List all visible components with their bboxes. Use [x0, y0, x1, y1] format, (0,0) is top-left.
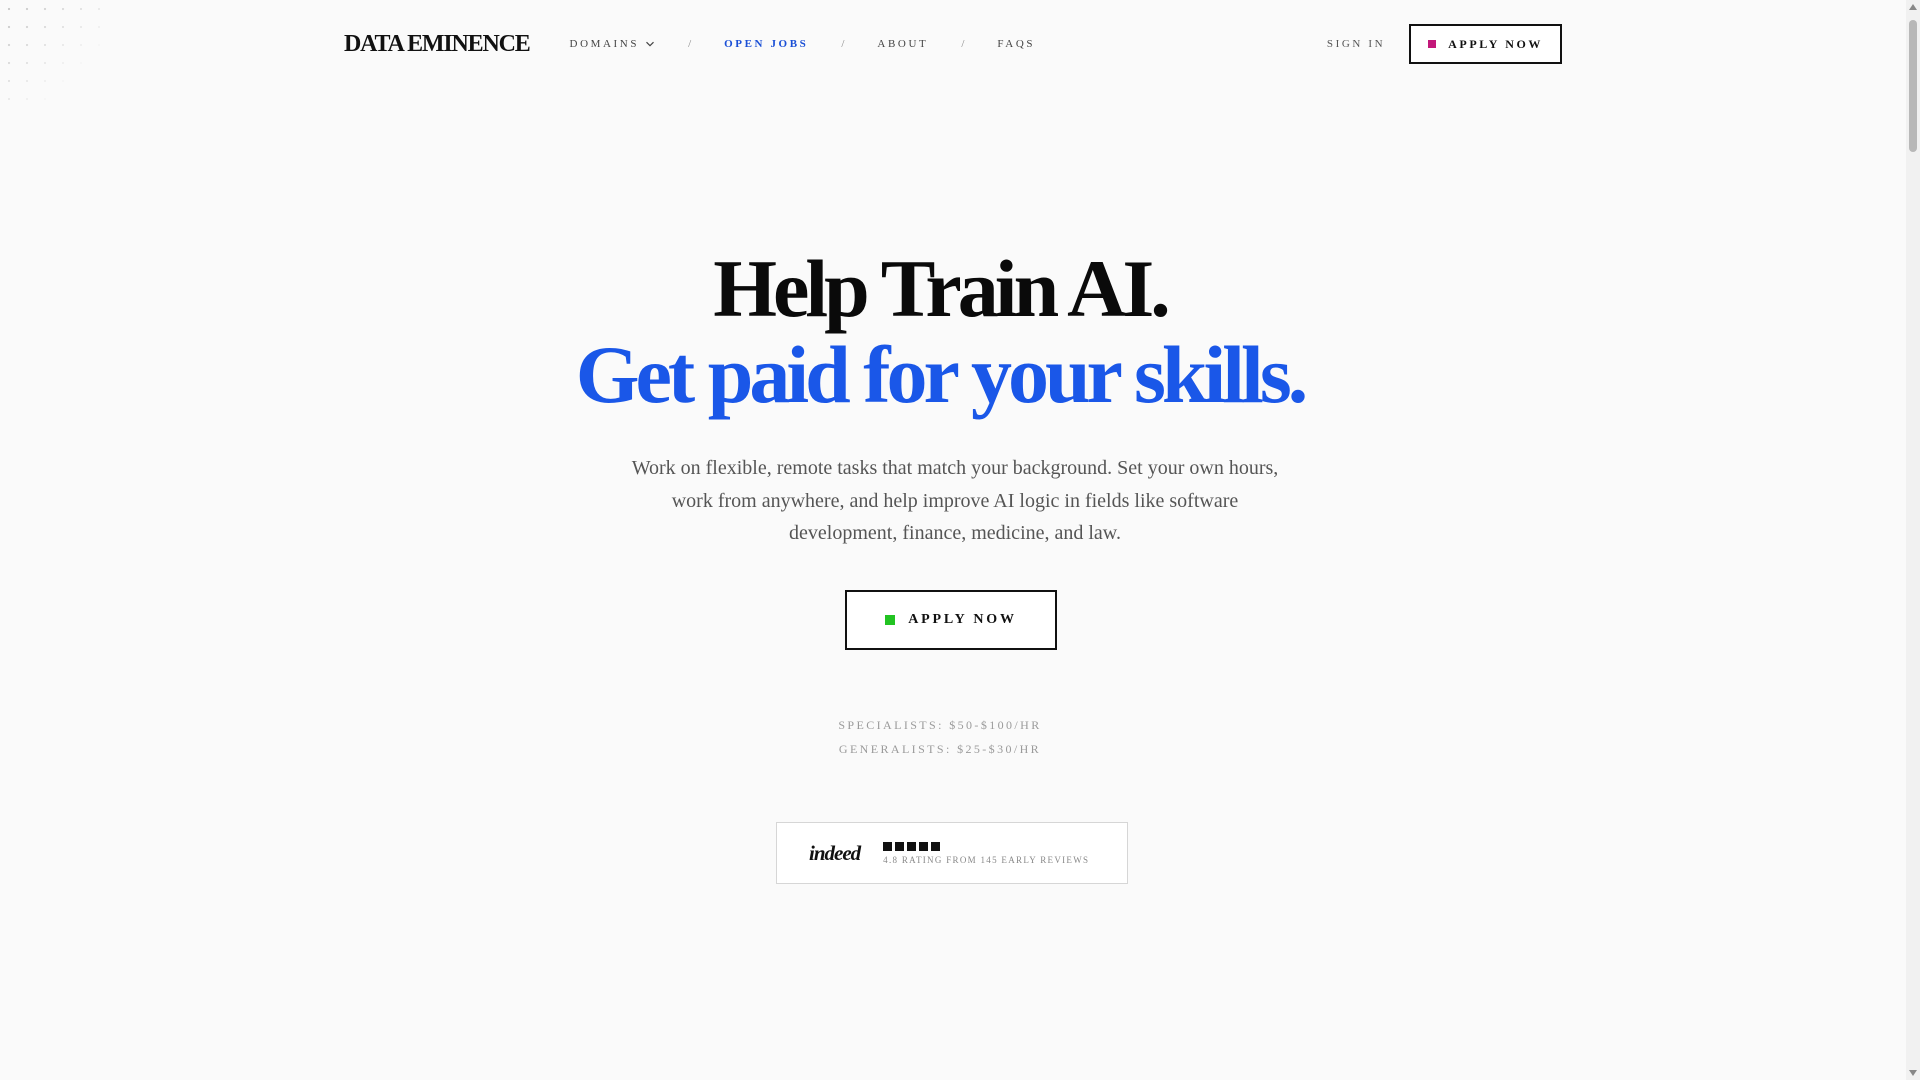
logo[interactable]: DATA EMINENCE [344, 31, 531, 58]
apply-now-button-nav[interactable]: APPLY NOW [1409, 24, 1562, 64]
apply-now-label: APPLY NOW [1448, 36, 1543, 51]
nav-link-open-jobs[interactable]: OPEN JOBS [724, 38, 808, 50]
scrollbar-thumb[interactable] [1909, 20, 1917, 152]
nav-separator: / [688, 38, 692, 50]
square-bullet-icon [1428, 40, 1437, 48]
nav-separator: / [841, 38, 845, 50]
square-bullet-icon [885, 615, 896, 625]
star-icon [895, 841, 905, 851]
nav-link-domains-label: DOMAINS [569, 38, 640, 50]
review-summary: 4.8 RATING FROM 145 EARLY REVIEWS [883, 854, 1090, 865]
apply-now-label: APPLY NOW [908, 612, 1017, 627]
hero-subheadline: Get paid for your skills. [575, 329, 1309, 420]
star-icon [931, 841, 941, 851]
apply-now-button-hero[interactable]: APPLY NOW [845, 590, 1057, 650]
review-details: 4.8 RATING FROM 145 EARLY REVIEWS [883, 841, 1090, 865]
star-rating [883, 841, 1089, 851]
sign-in-link[interactable]: SIGN IN [1327, 38, 1385, 50]
star-icon [907, 841, 917, 851]
nav-link-faqs[interactable]: FAQS [997, 38, 1035, 50]
scroll-down-arrow-icon[interactable] [1909, 1070, 1917, 1076]
nav-link-about[interactable]: ABOUT [877, 38, 928, 50]
nav-separator: / [961, 38, 965, 50]
chevron-down-icon [646, 41, 655, 47]
review-badge[interactable]: indeed 4.8 RATING FROM 145 EARLY REVIEWS [776, 822, 1128, 884]
dot-pattern-decoration [0, 0, 110, 110]
indeed-logo: indeed [809, 840, 861, 865]
nav-link-domains[interactable]: DOMAINS [570, 38, 656, 50]
scroll-up-arrow-icon[interactable] [1909, 4, 1917, 10]
rate-generalists: GENERALISTS: $25-$30/HR [838, 742, 1042, 756]
nav-links: DOMAINS / OPEN JOBS / ABOUT / FAQS [570, 38, 1036, 50]
rate-specialists: SPECIALISTS: $50-$100/HR [838, 718, 1042, 732]
nav-actions: SIGN IN APPLY NOW [1327, 24, 1562, 64]
star-icon [919, 841, 929, 851]
hero-headline: Help Train AI. [713, 243, 1171, 334]
star-icon [883, 841, 893, 851]
hero-description: Work on flexible, remote tasks that matc… [631, 457, 1279, 544]
scrollbar[interactable] [1906, 0, 1920, 1080]
top-nav: DATA EMINENCE DOMAINS / OPEN JOBS / ABOU… [344, 24, 1562, 64]
